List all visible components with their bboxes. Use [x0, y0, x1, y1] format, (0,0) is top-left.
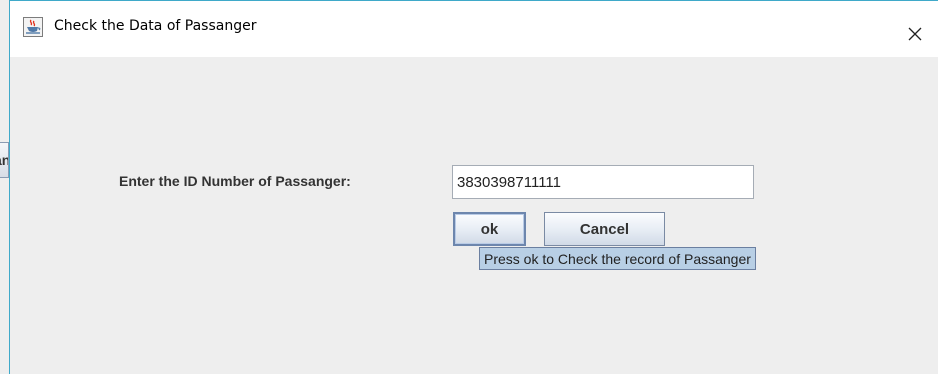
dialog-window: an Check the Data of Passanger Enter the…: [0, 0, 938, 374]
window-title: Check the Data of Passanger: [54, 18, 257, 34]
ok-button[interactable]: ok: [453, 212, 526, 246]
close-icon: [908, 27, 922, 41]
ok-tooltip: Press ok to Check the record of Passange…: [479, 247, 756, 270]
title-bar[interactable]: Check the Data of Passanger: [10, 1, 938, 57]
java-coffee-icon: [23, 17, 43, 37]
background-button-partial[interactable]: an: [0, 142, 9, 178]
close-button[interactable]: [892, 17, 938, 51]
background-button-label: an: [0, 152, 8, 168]
id-number-label: Enter the ID Number of Passanger:: [119, 173, 351, 189]
id-number-input[interactable]: [452, 165, 754, 199]
cancel-button[interactable]: Cancel: [544, 212, 665, 246]
